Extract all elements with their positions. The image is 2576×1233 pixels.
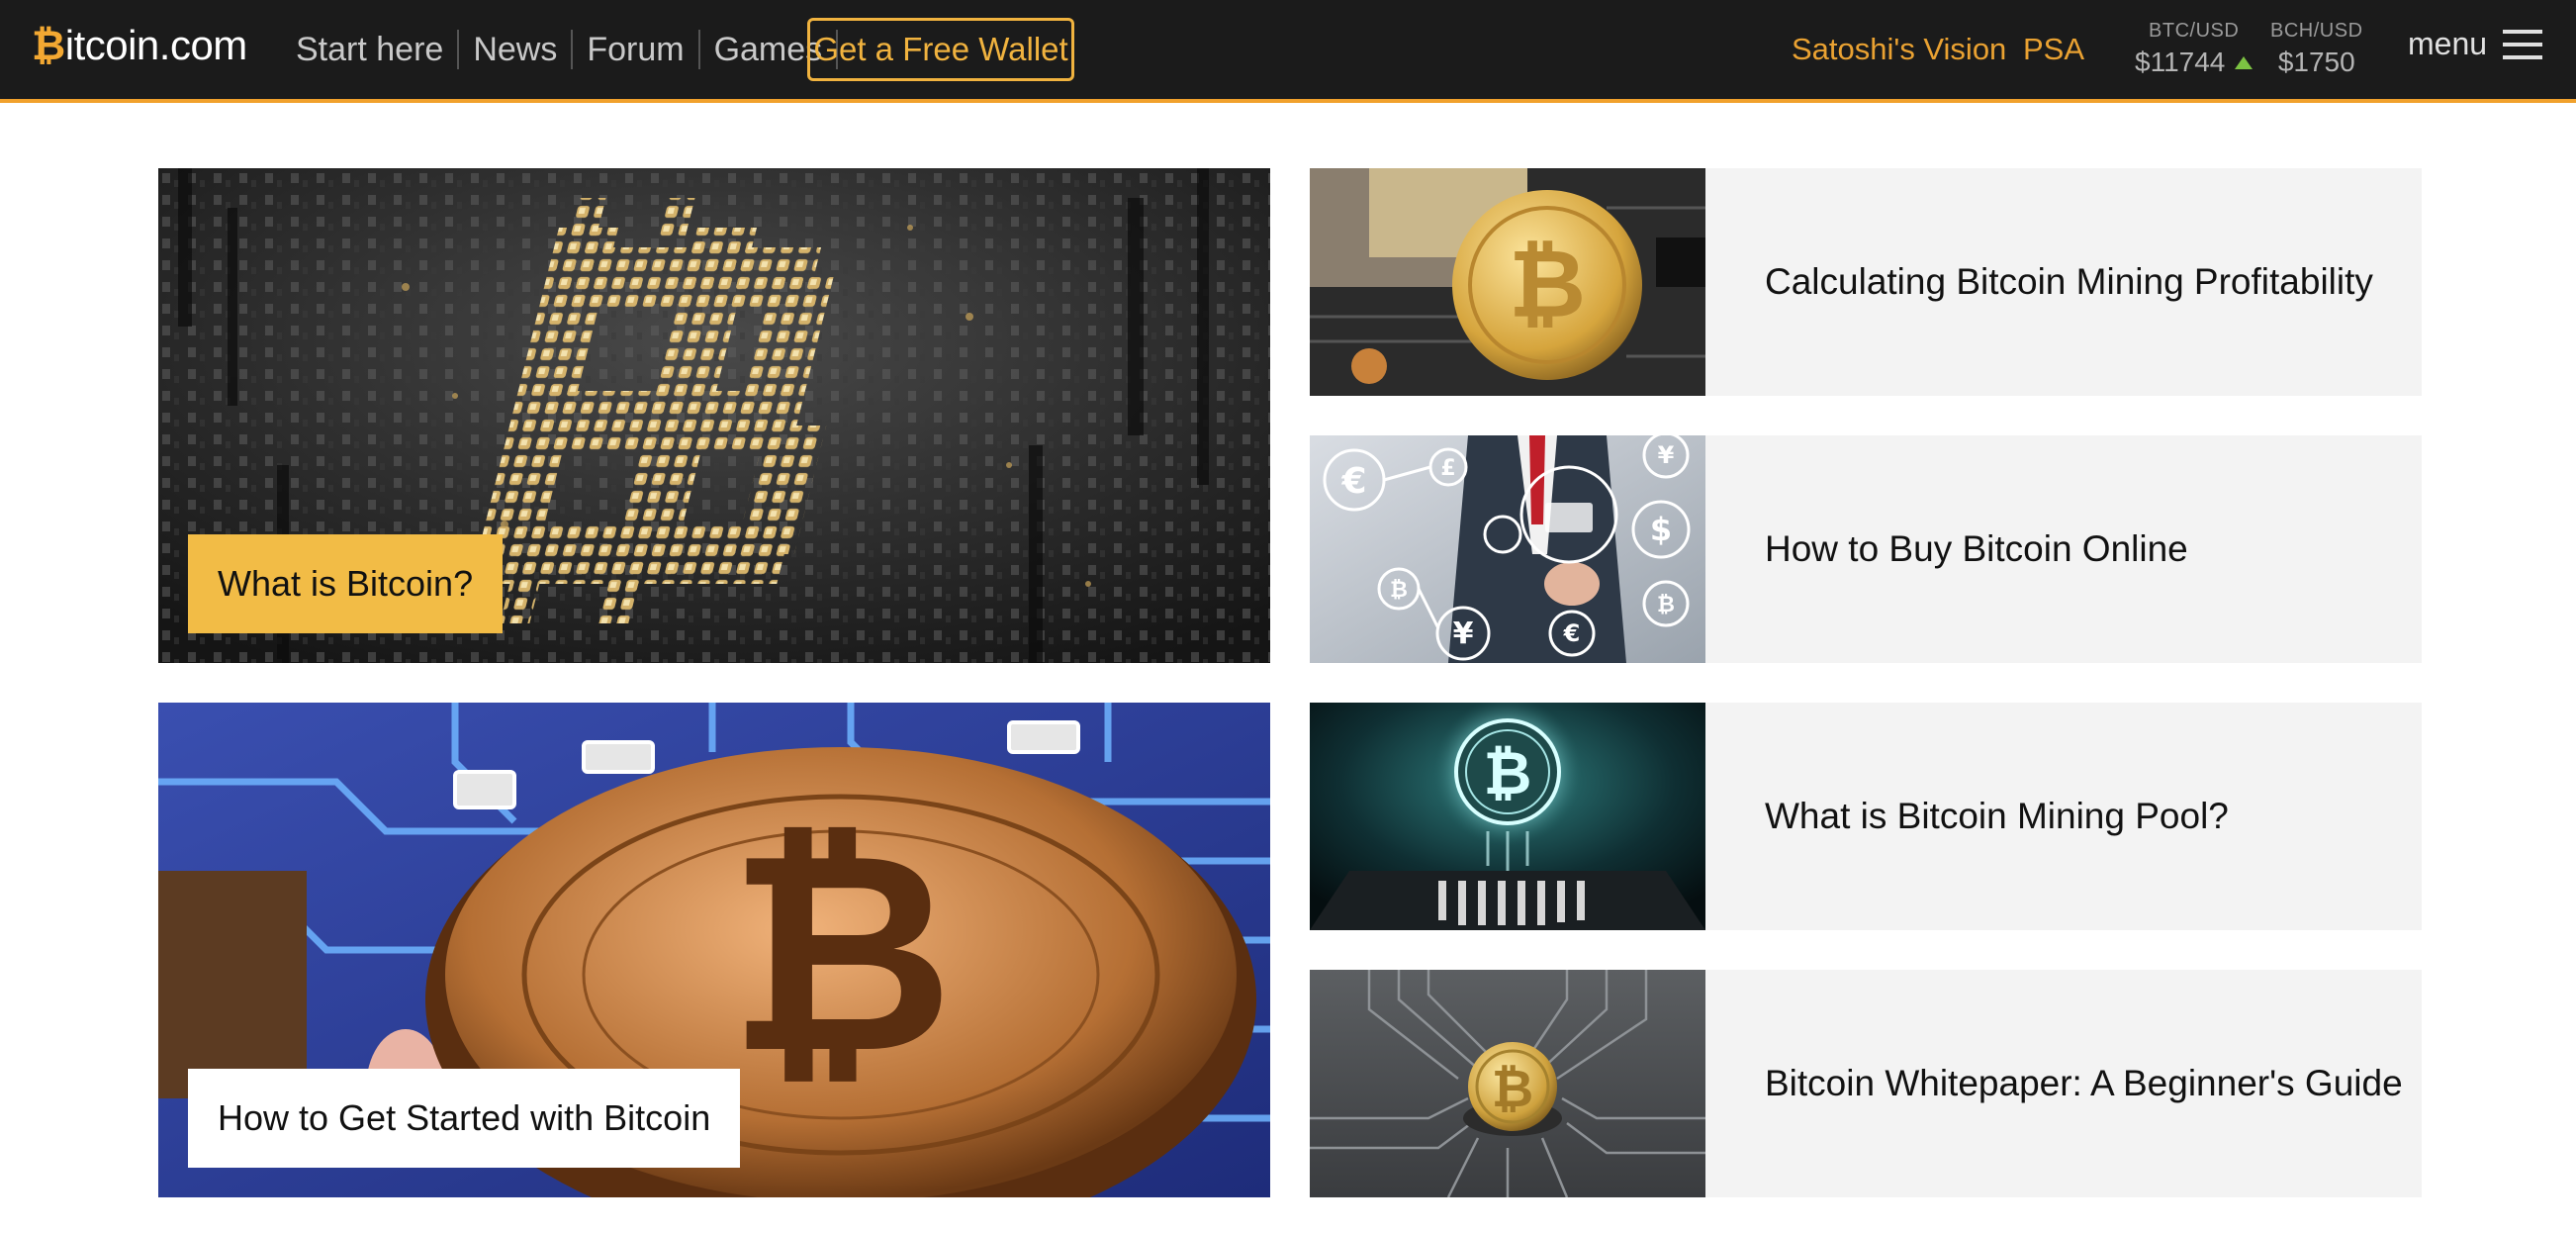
menu-button[interactable]: menu <box>2408 26 2543 62</box>
btc-usd-ticker[interactable]: BTC/USD $11744 <box>2135 20 2254 78</box>
svg-text:€: € <box>1340 461 1366 502</box>
logo-bitcoin-letter: ₿ <box>32 22 65 68</box>
businessman-currency-icons-image: € £ ₿ ¥ ¥ $ ₿ € <box>1310 435 1705 663</box>
top-navigation-bar: ₿itcoin.com Start here News Forum Games … <box>0 0 2576 103</box>
svg-text:¥: ¥ <box>1658 441 1675 469</box>
nav-news[interactable]: News <box>457 30 571 69</box>
svg-text:$: $ <box>1650 511 1672 548</box>
svg-text:₿: ₿ <box>1484 739 1532 808</box>
bch-usd-label: BCH/USD <box>2270 20 2363 42</box>
main-nav: Start here News Forum Games <box>282 30 839 69</box>
coin-on-grey-circuit-image: ₿ <box>1310 970 1705 1197</box>
bch-usd-ticker[interactable]: BCH/USD $1750 <box>2270 20 2363 78</box>
psa-link[interactable]: PSA <box>2023 32 2084 67</box>
article-title-whitepaper-guide: Bitcoin Whitepaper: A Beginner's Guide <box>1765 1063 2403 1103</box>
satoshis-vision-link[interactable]: Satoshi's Vision <box>1792 32 2006 67</box>
svg-text:₿: ₿ <box>1390 578 1408 603</box>
svg-text:₿: ₿ <box>1657 593 1675 617</box>
svg-text:₿: ₿ <box>728 793 954 1115</box>
logo-text: itcoin.com <box>64 22 248 68</box>
svg-text:£: £ <box>1440 456 1455 481</box>
article-title-mining-pool: What is Bitcoin Mining Pool? <box>1765 796 2229 836</box>
coin-on-motherboard-image: ₿ <box>1310 168 1705 396</box>
article-card-whitepaper-guide[interactable]: ₿ Bitcoin Whitepaper: A Beginner's Guide <box>1310 970 2422 1197</box>
article-card-mining-pool[interactable]: ₿ What is Bitcoin Mining Pool? <box>1310 703 2422 930</box>
btc-usd-price-value: $11744 <box>2135 47 2226 77</box>
article-title-buy-bitcoin-online: How to Buy Bitcoin Online <box>1765 528 2188 569</box>
get-free-wallet-button[interactable]: Get a Free Wallet <box>807 18 1074 81</box>
article-card-mining-profitability[interactable]: ₿ Calculating Bitcoin Mining Profitabili… <box>1310 168 2422 396</box>
featured-card-what-is-bitcoin[interactable]: What is Bitcoin? <box>158 168 1270 663</box>
svg-text:₿: ₿ <box>1509 229 1586 339</box>
featured-label-getting-started: How to Get Started with Bitcoin <box>188 1069 741 1168</box>
featured-label-what-is-bitcoin: What is Bitcoin? <box>188 534 504 633</box>
btc-usd-label: BTC/USD <box>2149 20 2240 42</box>
glowing-coin-on-chip-image: ₿ <box>1310 703 1705 930</box>
svg-text:₿: ₿ <box>1492 1060 1533 1119</box>
price-up-arrow-icon <box>2235 55 2254 69</box>
bitcoin-com-logo[interactable]: ₿itcoin.com <box>32 22 247 69</box>
nav-forum[interactable]: Forum <box>571 30 697 69</box>
menu-label: menu <box>2408 26 2488 61</box>
svg-text:¥: ¥ <box>1453 616 1474 651</box>
btc-usd-price: $11744 <box>2135 47 2254 78</box>
hamburger-icon <box>2503 29 2543 59</box>
bch-usd-price: $1750 <box>2277 47 2355 77</box>
article-card-buy-bitcoin-online[interactable]: € £ ₿ ¥ ¥ $ ₿ € How to Buy Bitcoin Online <box>1310 435 2422 663</box>
article-title-mining-profitability: Calculating Bitcoin Mining Profitability <box>1765 261 2373 302</box>
svg-text:€: € <box>1563 619 1581 647</box>
nav-start-here[interactable]: Start here <box>282 30 457 69</box>
featured-card-getting-started[interactable]: ₿ How to Get Started with Bitcoin <box>158 703 1270 1197</box>
